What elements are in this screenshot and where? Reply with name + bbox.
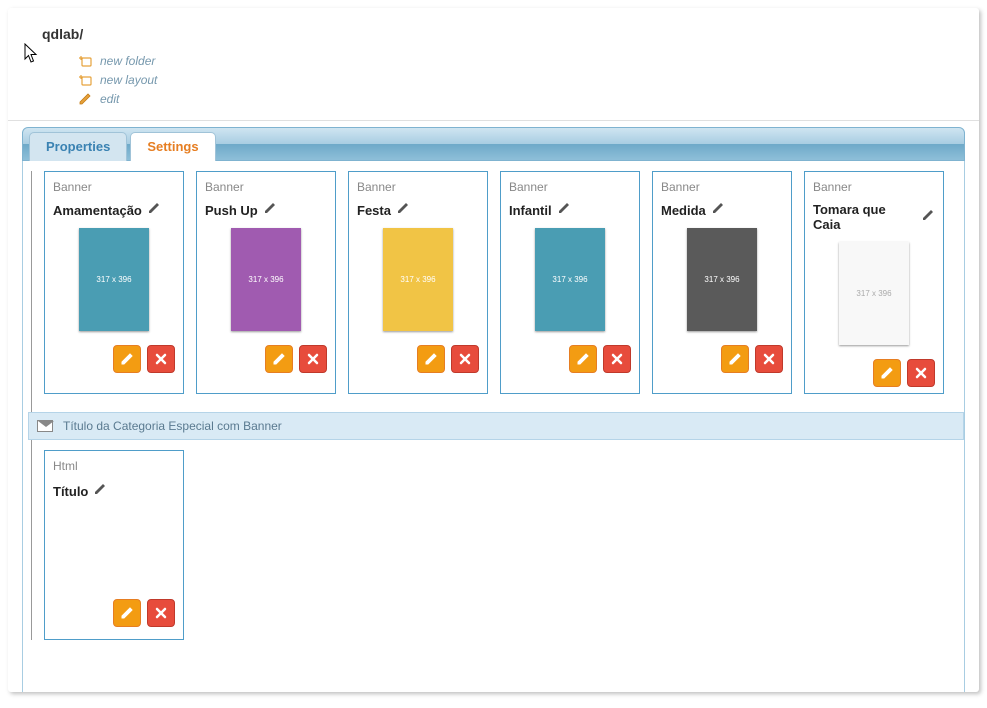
edit-button[interactable] — [265, 345, 293, 373]
card-type-label: Banner — [53, 180, 175, 194]
card-title: Amamentação — [53, 203, 142, 218]
pencil-icon[interactable] — [558, 202, 571, 218]
pencil-icon[interactable] — [922, 209, 935, 225]
banner-row: Banner Amamentação 317 x 396 Banner Push Up 3… — [44, 171, 954, 394]
banner-thumb: 317 x 396 — [383, 228, 453, 331]
card-type-label: Banner — [357, 180, 479, 194]
pencil-icon[interactable] — [264, 202, 277, 218]
edit-button[interactable] — [873, 359, 901, 387]
pencil-icon[interactable] — [397, 202, 410, 218]
mail-icon — [37, 420, 53, 432]
banner-thumb: 317 x 396 — [839, 242, 909, 345]
panel-body: Banner Amamentação 317 x 396 Banner Push Up 3… — [22, 161, 965, 692]
breadcrumb[interactable]: qdlab/ — [8, 8, 979, 52]
action-label: edit — [100, 92, 119, 106]
card-type-label: Html — [53, 459, 175, 473]
delete-button[interactable] — [451, 345, 479, 373]
section-header[interactable]: Título da Categoria Especial com Banner — [28, 412, 964, 440]
card-type-label: Banner — [205, 180, 327, 194]
banner-thumb: 317 x 396 — [535, 228, 605, 331]
card-title: Festa — [357, 203, 391, 218]
card-title: Medida — [661, 203, 706, 218]
card-type-label: Banner — [661, 180, 783, 194]
edit-button[interactable] — [113, 345, 141, 373]
card-title: Título — [53, 484, 88, 499]
edit-button[interactable] — [569, 345, 597, 373]
delete-button[interactable] — [299, 345, 327, 373]
new-folder-icon — [76, 55, 94, 67]
action-label: new layout — [100, 73, 157, 87]
banner-card: Banner Festa 317 x 396 — [348, 171, 488, 394]
card-title: Infantil — [509, 203, 552, 218]
edit-button[interactable] — [113, 599, 141, 627]
pencil-icon[interactable] — [94, 483, 107, 499]
card-title: Push Up — [205, 203, 258, 218]
action-label: new folder — [100, 54, 155, 68]
card-title: Tomara que Caia — [813, 202, 916, 232]
edit-button[interactable] — [417, 345, 445, 373]
pencil-icon[interactable] — [712, 202, 725, 218]
new-layout-icon — [76, 74, 94, 86]
tab-properties[interactable]: Properties — [29, 132, 127, 161]
pencil-icon[interactable] — [148, 202, 161, 218]
pencil-icon — [76, 92, 94, 106]
banner-card: Banner Medida 317 x 396 — [652, 171, 792, 394]
html-card: Html Título — [44, 450, 184, 640]
delete-button[interactable] — [147, 599, 175, 627]
banner-thumb: 317 x 396 — [231, 228, 301, 331]
edit-button[interactable] — [721, 345, 749, 373]
divider — [8, 120, 979, 121]
delete-button[interactable] — [755, 345, 783, 373]
banner-thumb: 317 x 396 — [79, 228, 149, 331]
new-layout-action[interactable]: new layout — [76, 71, 979, 89]
card-type-label: Banner — [813, 180, 935, 194]
tab-settings[interactable]: Settings — [130, 132, 215, 161]
section-title: Título da Categoria Especial com Banner — [63, 419, 282, 433]
banner-card: Banner Infantil 317 x 396 — [500, 171, 640, 394]
banner-thumb: 317 x 396 — [687, 228, 757, 331]
folder-actions: new folder new layout edit — [76, 52, 979, 108]
delete-button[interactable] — [907, 359, 935, 387]
card-type-label: Banner — [509, 180, 631, 194]
delete-button[interactable] — [603, 345, 631, 373]
delete-button[interactable] — [147, 345, 175, 373]
banner-card: Banner Amamentação 317 x 396 — [44, 171, 184, 394]
tab-bar: Properties Settings — [22, 127, 965, 161]
banner-card: Banner Push Up 317 x 396 — [196, 171, 336, 394]
new-folder-action[interactable]: new folder — [76, 52, 979, 70]
banner-card: Banner Tomara que Caia 317 x 396 — [804, 171, 944, 394]
edit-action[interactable]: edit — [76, 90, 979, 108]
